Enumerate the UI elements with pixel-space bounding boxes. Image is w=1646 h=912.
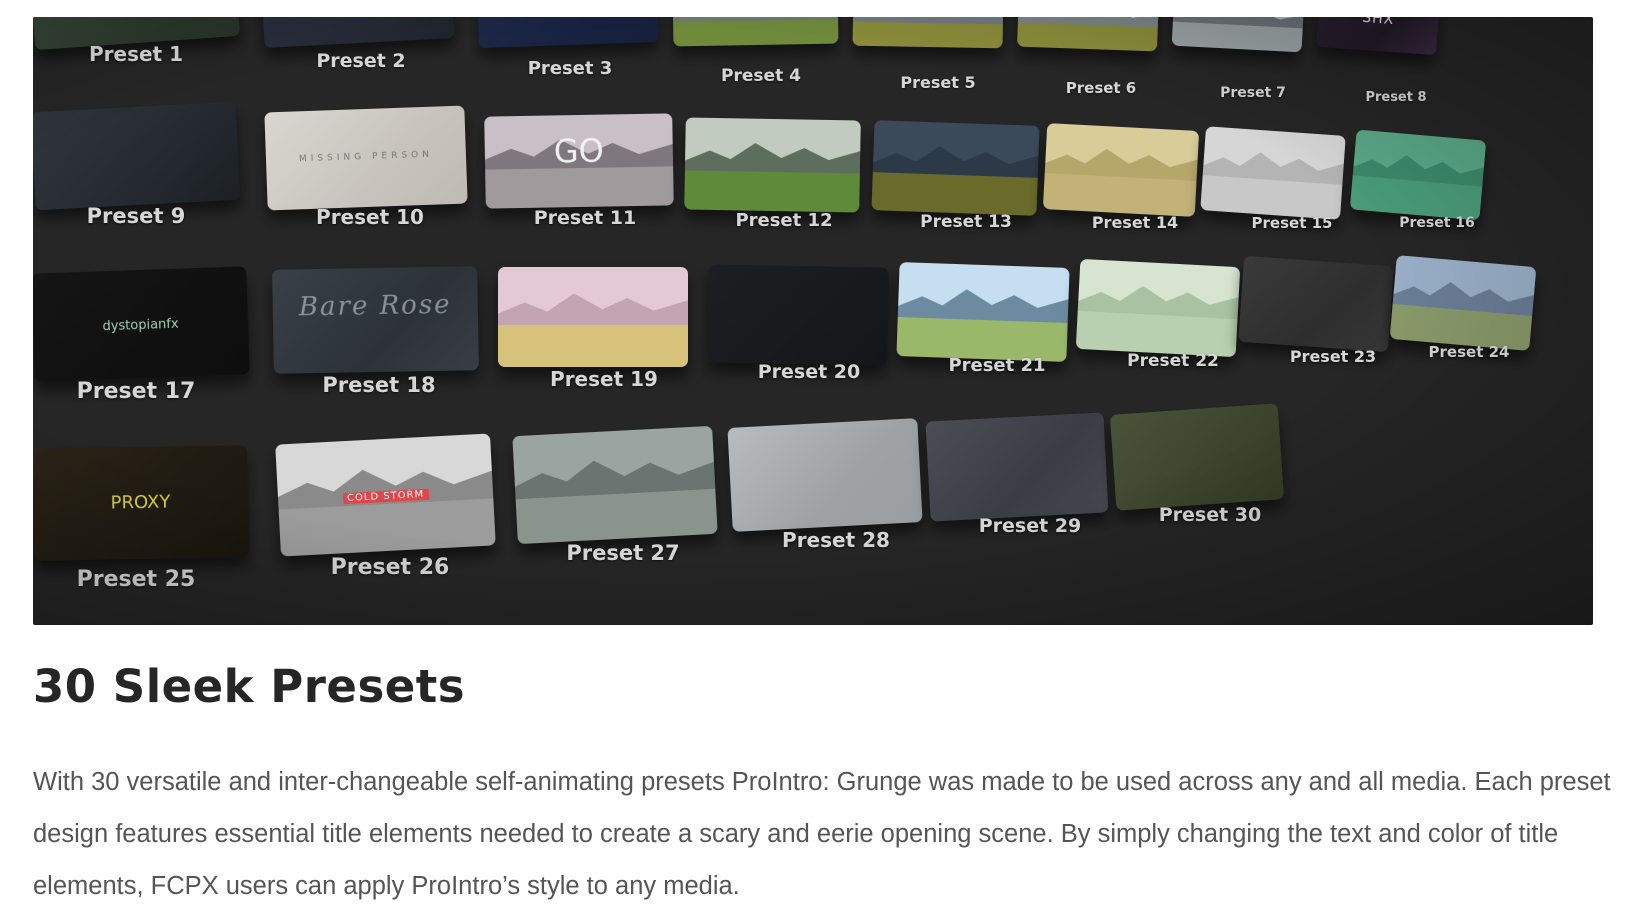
preset-label: Preset 18: [322, 373, 436, 397]
preset-thumbnail: [261, 17, 455, 48]
preset-thumbnail: [871, 120, 1040, 216]
preset-thumbnail: [852, 17, 1004, 49]
thumbnail-ground: [278, 498, 496, 557]
preset-thumbnail: [672, 17, 839, 47]
thumbnail-title-text: PROXY: [110, 491, 171, 514]
preset-thumbnail: GO: [484, 113, 674, 209]
preset-label: Preset 8: [1365, 90, 1427, 105]
preset-thumbnail: [1389, 255, 1537, 351]
thumbnail-ground: [673, 19, 839, 47]
preset-thumbnail: dystopianfx: [33, 266, 250, 382]
thumbnail-title-text: GO: [553, 131, 605, 170]
preset-thumbnail: [1200, 126, 1346, 220]
section-description: With 30 versatile and inter-changeable s…: [33, 768, 1611, 900]
preset-label: Preset 25: [76, 567, 196, 592]
thumbnail-background: [925, 412, 1109, 522]
preset-label: Preset 9: [86, 204, 186, 228]
preset-thumbnail: BROKEN: [477, 17, 659, 49]
preset-thumbnail: Bare Rose: [272, 266, 479, 374]
thumbnail-background: [33, 101, 241, 211]
preset-thumbnail: [925, 412, 1109, 522]
thumbnail-background: [1238, 255, 1394, 353]
preset-grid: Preset 1Preset 2BROKENPreset 3Preset 4Pr…: [33, 17, 1593, 625]
thumbnail-ground: [1017, 22, 1158, 52]
thumbnail-background: [477, 17, 659, 49]
preset-label: Preset 3: [527, 58, 613, 79]
thumbnail-ground: [485, 166, 674, 209]
preset-label: Preset 1: [89, 42, 183, 66]
preset-thumbnail: [33, 101, 241, 211]
preset-label: Preset 10: [316, 205, 424, 229]
thumbnail-ground: [498, 325, 688, 367]
thumbnail-ground: [852, 21, 1003, 49]
preset-label: Preset 19: [550, 367, 658, 391]
thumbnail-ground: [1042, 172, 1197, 217]
section-heading: 30 Sleek Presets: [33, 660, 466, 713]
preset-thumbnail: MISSING PERSON: [264, 105, 468, 211]
preset-thumbnail: [1017, 17, 1159, 52]
preset-label: Preset 24: [1428, 343, 1510, 361]
preset-thumbnail: [1349, 129, 1487, 221]
preset-thumbnail: [684, 117, 861, 213]
preset-label: Preset 28: [782, 528, 890, 552]
preset-thumbnail: [1109, 403, 1285, 511]
preset-label: Preset 11: [533, 207, 637, 229]
preset-label: Preset 2: [316, 50, 406, 72]
preset-thumbnail: [707, 264, 889, 366]
preset-label: Preset 27: [566, 541, 680, 565]
preset-label: Preset 17: [76, 379, 196, 404]
thumbnail-background: [1109, 403, 1285, 511]
preset-label: Preset 26: [330, 555, 450, 580]
thumbnail-background: [727, 418, 923, 532]
preset-label: Preset 16: [1399, 215, 1475, 231]
thumbnail-ground: [684, 170, 860, 213]
preset-thumbnail: [1171, 17, 1305, 53]
thumbnail-title-text: Bare Rose: [298, 289, 452, 323]
preset-thumbnail: [727, 418, 923, 532]
preset-label: Preset 30: [1158, 504, 1262, 526]
thumbnail-ground: [515, 488, 718, 545]
preset-thumbnail: PROXY: [33, 445, 249, 561]
preset-thumbnail: [1238, 255, 1394, 353]
preset-thumbnail: [1042, 123, 1200, 217]
preset-thumbnail: SHX: [1316, 17, 1440, 56]
preset-thumbnail: [498, 267, 688, 367]
thumbnail-background: [261, 17, 455, 48]
preset-label: Preset 20: [757, 361, 861, 383]
preset-thumbnail: [1075, 258, 1241, 358]
preset-thumbnail: [512, 425, 718, 545]
preset-showcase-image: Preset 1Preset 2BROKENPreset 3Preset 4Pr…: [33, 17, 1593, 625]
thumbnail-background: [707, 264, 889, 366]
preset-thumbnail: COLD STORM: [275, 433, 496, 557]
preset-thumbnail: [896, 262, 1070, 362]
thumbnail-ground: [871, 172, 1038, 216]
preset-grid-stage: Preset 1Preset 2BROKENPreset 3Preset 4Pr…: [33, 17, 1593, 625]
